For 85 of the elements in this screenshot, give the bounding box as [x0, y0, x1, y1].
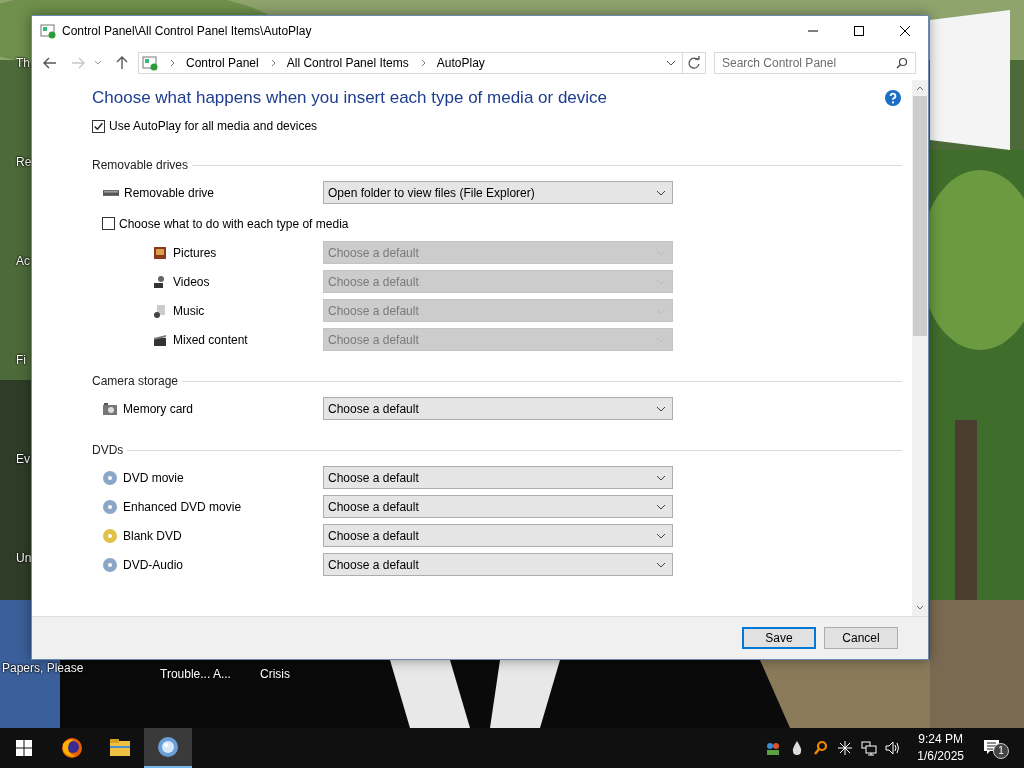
clock-date[interactable]: 1/6/2025	[917, 748, 964, 765]
control-panel-icon	[40, 23, 56, 39]
disc-icon	[102, 527, 118, 544]
action-dropdown: Choose a default	[323, 328, 673, 351]
search-icon	[896, 57, 908, 69]
action-dropdown: Choose a default	[323, 241, 673, 264]
notification-count-badge: 1	[993, 743, 1009, 759]
people-icon[interactable]	[765, 740, 782, 756]
action-dropdown: Choose a default	[323, 270, 673, 293]
firefox-icon	[60, 736, 84, 760]
save-button[interactable]: Save	[742, 627, 816, 649]
desktop-icon-label[interactable]: Th	[16, 56, 30, 70]
desktop-icon-label[interactable]: Fi	[16, 353, 26, 367]
desktop-icon-label[interactable]: Ac	[16, 254, 30, 268]
windows-logo-icon[interactable]	[16, 740, 32, 756]
disc-icon	[102, 556, 118, 573]
address-bar[interactable]: Control Panel All Control Panel Items AutoPlay	[138, 52, 706, 74]
scroll-up-icon[interactable]	[916, 85, 924, 91]
close-icon	[900, 26, 910, 36]
disc-icon	[102, 469, 118, 486]
device-label: Enhanced DVD movie	[123, 499, 242, 514]
chevron-right-icon	[270, 59, 277, 67]
checkbox-label[interactable]: Choose what to do with each type of media	[119, 216, 349, 231]
back-arrow-icon[interactable]	[42, 55, 58, 71]
up-arrow-icon[interactable]	[114, 55, 130, 71]
search-field[interactable]: Search Control Panel	[714, 52, 916, 74]
desktop-icon-label[interactable]: Trouble... A...	[160, 667, 231, 681]
action-dropdown[interactable]: Choose a default	[323, 466, 673, 489]
volume-icon[interactable]	[885, 740, 902, 756]
minimize-icon	[808, 30, 818, 32]
device-label: Memory card	[123, 401, 193, 416]
control-panel-icon	[142, 55, 158, 71]
chevron-right-icon	[420, 59, 427, 67]
action-dropdown[interactable]: Choose a default	[323, 524, 673, 547]
help-icon[interactable]	[885, 90, 901, 106]
device-label: DVD-Audio	[123, 557, 184, 572]
desktop-icon-label[interactable]: Crisis	[260, 667, 290, 681]
chevron-down-icon[interactable]	[666, 60, 676, 66]
media-type-label: Music	[173, 303, 205, 318]
chevron-down-icon	[656, 474, 666, 481]
checkbox[interactable]	[92, 119, 105, 133]
media-type-label: Mixed content	[173, 332, 248, 347]
chevron-down-icon	[656, 532, 666, 539]
media-type-label: Videos	[173, 274, 210, 289]
magnifier-icon[interactable]	[813, 740, 830, 756]
network-icon[interactable]	[861, 740, 878, 756]
media-type-label: Pictures	[173, 245, 217, 260]
device-label: DVD movie	[123, 470, 184, 485]
device-label: Removable drive	[124, 185, 215, 200]
section-title: Camera storage	[92, 374, 179, 388]
action-dropdown[interactable]: Open folder to view files (File Explorer)	[323, 181, 673, 204]
chevron-down-icon	[656, 561, 666, 568]
chevron-down-icon	[656, 189, 666, 196]
maximize-icon	[854, 26, 864, 36]
scroll-down-icon[interactable]	[916, 605, 924, 611]
desktop-icon-label[interactable]: Ev	[16, 452, 30, 466]
action-dropdown[interactable]: Choose a default	[323, 553, 673, 576]
action-dropdown[interactable]: Choose a default	[323, 397, 673, 420]
music-icon	[152, 302, 168, 319]
breadcrumb-item[interactable]: AutoPlay	[436, 56, 485, 70]
globe-taskbar-button[interactable]	[144, 728, 192, 768]
chevron-down-icon	[656, 503, 666, 510]
section-title: Removable drives	[92, 158, 189, 172]
action-dropdown: Choose a default	[323, 299, 673, 322]
camera-icon	[102, 400, 118, 417]
desktop-icon-label[interactable]: Un	[16, 551, 32, 565]
chevron-right-icon	[170, 59, 176, 67]
desktop-icon-label[interactable]: Re	[16, 155, 32, 169]
clock-time[interactable]: 9:24 PM	[918, 731, 963, 748]
checkbox-label[interactable]: Use AutoPlay for all media and devices	[109, 119, 318, 133]
scrollbar[interactable]	[912, 80, 928, 616]
globe-icon	[156, 735, 180, 759]
window-title: Control Panel\All Control Panel Items\AutoPlay	[62, 24, 312, 38]
picture-icon	[152, 244, 168, 261]
device-label: Blank DVD	[123, 528, 182, 543]
action-dropdown[interactable]: Choose a default	[323, 495, 673, 518]
chevron-down-icon	[656, 405, 666, 412]
asterisk-icon[interactable]	[837, 740, 854, 756]
section-title: DVDs	[92, 443, 124, 457]
cancel-button[interactable]: Cancel	[824, 627, 898, 649]
page-heading: Choose what happens when you insert each type of media or device	[92, 88, 608, 108]
disc-icon	[102, 498, 118, 515]
checkbox[interactable]	[102, 217, 115, 230]
breadcrumb-item[interactable]: Control Panel	[186, 56, 259, 70]
breadcrumb-item[interactable]: All Control Panel Items	[286, 56, 409, 70]
